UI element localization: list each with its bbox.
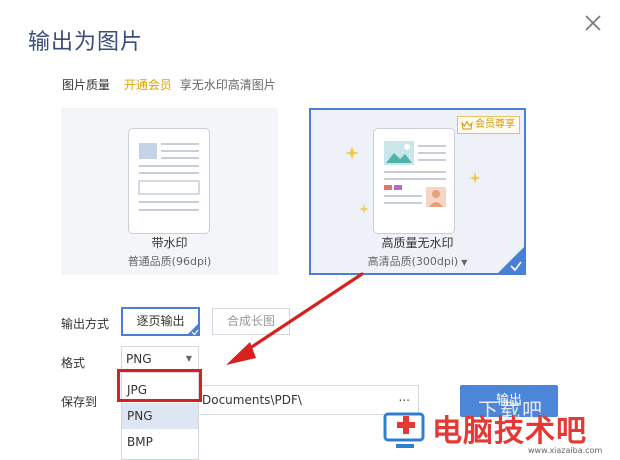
- format-option-bmp[interactable]: BMP: [122, 429, 198, 455]
- dialog-title: 输出为图片: [28, 30, 144, 55]
- card-title: 高质量无水印: [381, 236, 454, 250]
- document-preview-icon: [128, 128, 210, 234]
- card-title: 带水印: [151, 236, 188, 250]
- open-vip-link[interactable]: 开通会员: [124, 78, 172, 92]
- quality-option-hd[interactable]: 会员尊享 高质量无水印 高清品质(300dpi) ▼: [309, 108, 526, 275]
- vip-badge-label: 会员尊享: [475, 119, 515, 130]
- annotation-highlight-box: [117, 369, 202, 402]
- watermark-url: www.xiazaiba.com: [528, 446, 603, 455]
- format-label: 格式: [61, 356, 86, 370]
- export-image-dialog: 输出为图片 图片质量 开通会员 享无水印高清图片 带水印 普通品质(96dpi)…: [0, 0, 620, 460]
- close-button[interactable]: [578, 8, 608, 38]
- quality-label: 图片质量: [62, 78, 111, 92]
- browse-button[interactable]: ...: [399, 383, 410, 411]
- vip-tip: 享无水印高清图片: [179, 78, 276, 92]
- page-by-page-button[interactable]: 逐页输出: [121, 307, 200, 336]
- save-path-value: Documents\PDF\: [202, 393, 302, 407]
- quality-row: 图片质量 开通会员 享无水印高清图片: [62, 76, 276, 93]
- format-select-value: PNG: [126, 352, 152, 366]
- monitor-logo-icon: [383, 412, 425, 448]
- quality-option-watermark[interactable]: 带水印 普通品质(96dpi): [61, 108, 278, 275]
- caret-down-icon: ▼: [185, 354, 192, 363]
- vip-badge: 会员尊享: [457, 116, 520, 134]
- selected-check-icon: [186, 322, 200, 336]
- sparkle-icon: [345, 146, 359, 160]
- sparkle-icon: [359, 204, 369, 214]
- save-to-label: 保存到: [61, 395, 98, 409]
- page-by-page-label: 逐页输出: [136, 314, 185, 328]
- caret-down-icon[interactable]: ▼: [461, 258, 467, 267]
- crown-icon: [461, 120, 473, 130]
- output-method-label: 输出方式: [61, 317, 110, 331]
- format-option-png[interactable]: PNG: [122, 403, 198, 429]
- hd-document-preview-icon: [373, 128, 455, 234]
- long-image-button[interactable]: 合成长图: [212, 308, 290, 335]
- sparkle-icon: [469, 172, 481, 184]
- selected-check-icon: [498, 247, 524, 273]
- close-icon: [585, 15, 601, 31]
- card-subtitle-text: 高清品质(300dpi): [367, 255, 459, 268]
- card-subtitle: 普通品质(96dpi): [127, 255, 212, 268]
- watermark-text: 电脑技术吧: [432, 414, 587, 449]
- card-subtitle: 高清品质(300dpi) ▼: [311, 253, 524, 269]
